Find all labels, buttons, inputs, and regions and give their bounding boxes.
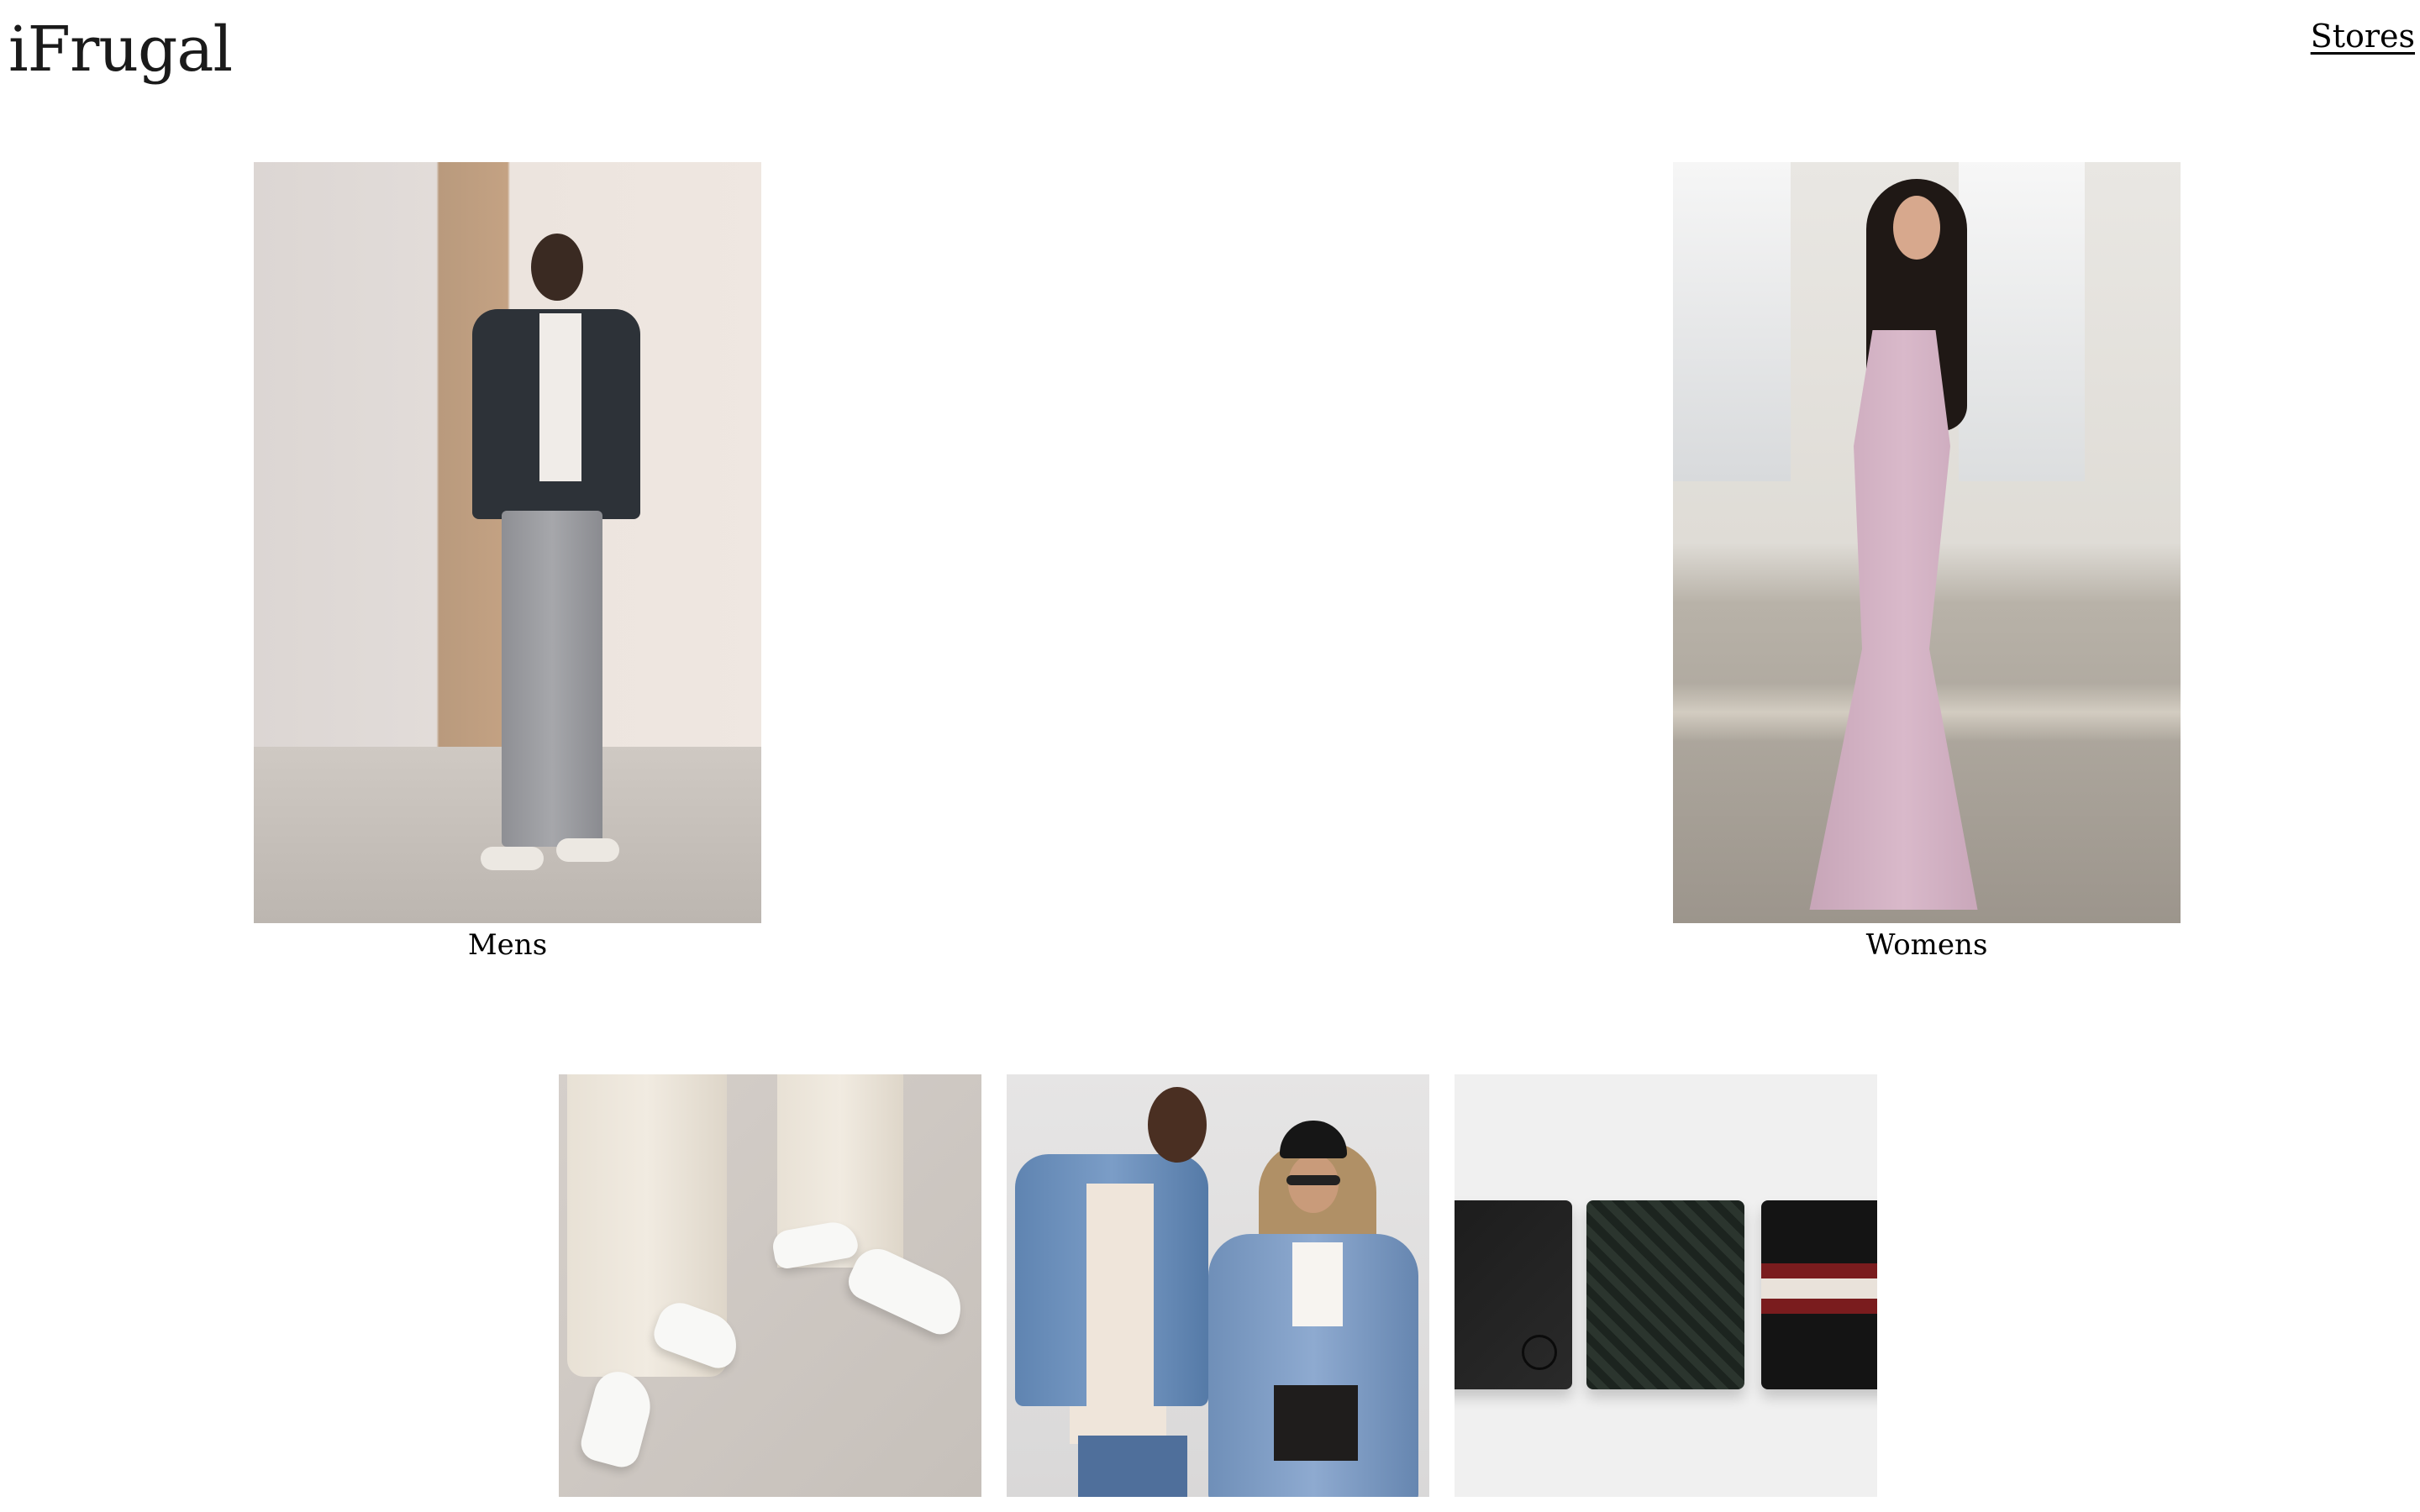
- featured-tiles: [559, 1074, 1877, 1497]
- white-sneaker: [576, 1366, 659, 1472]
- wallet-woven: [1586, 1200, 1744, 1389]
- stores-link[interactable]: Stores: [2311, 15, 2415, 57]
- male-head: [1148, 1087, 1207, 1163]
- tile-sneakers[interactable]: [559, 1074, 981, 1497]
- mens-category-image[interactable]: [254, 162, 761, 923]
- sneaker-left: [481, 847, 544, 870]
- sunglasses-icon: [1286, 1175, 1340, 1185]
- jeans: [1078, 1436, 1187, 1497]
- sneaker-right: [556, 838, 619, 862]
- tee-front: [1086, 1184, 1154, 1436]
- grey-trousers: [502, 511, 602, 847]
- white-tee: [539, 313, 581, 481]
- page: iFrugal Stores Mens Womens: [0, 0, 2420, 1512]
- category-label-mens[interactable]: Mens: [254, 927, 761, 963]
- white-top: [1292, 1242, 1343, 1326]
- window-right: [1959, 162, 2085, 481]
- shorts: [1274, 1385, 1358, 1461]
- wallet-stripe: [1761, 1263, 1877, 1314]
- category-womens[interactable]: Womens: [1673, 162, 2181, 963]
- white-sneaker: [842, 1241, 973, 1341]
- window-left: [1673, 162, 1791, 481]
- womens-category-image[interactable]: [1673, 162, 2181, 923]
- model-head: [531, 234, 583, 301]
- category-label-womens[interactable]: Womens: [1673, 927, 2181, 963]
- model-face: [1893, 196, 1940, 260]
- tile-wallets[interactable]: [1455, 1074, 1877, 1497]
- category-mens[interactable]: Mens: [254, 162, 761, 963]
- site-logo[interactable]: iFrugal: [8, 12, 233, 87]
- logo-emblem-icon: [1522, 1335, 1557, 1370]
- cap: [1280, 1121, 1347, 1158]
- tile-denim[interactable]: [1007, 1074, 1429, 1497]
- male-model: [464, 234, 640, 872]
